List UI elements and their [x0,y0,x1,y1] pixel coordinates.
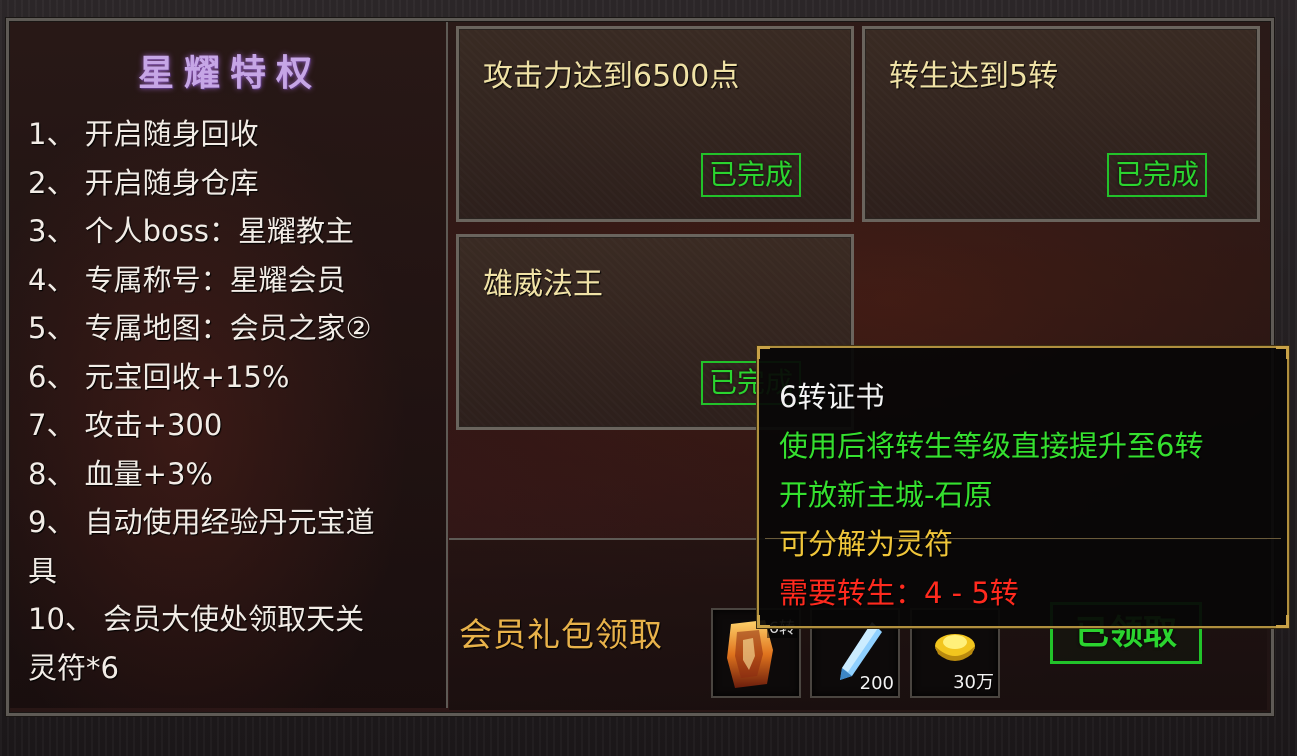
task-status-badge: 已完成 [701,153,801,197]
task-status-badge: 已完成 [1107,153,1207,197]
privilege-item: 2、 开启随身仓库 [28,165,259,200]
privilege-list: 1、 开启随身回收 2、 开启随身仓库 3、 个人boss：星耀教主 4、 专属… [28,110,428,692]
tooltip-unlock: 开放新主城-石原 [779,478,993,512]
privilege-title: 星耀特权 [137,52,322,94]
privilege-item: 6、 元宝回收+15% [28,359,290,394]
task-title: 雄威法王 [483,267,603,302]
item-tooltip: 6转证书 使用后将转生等级直接提升至6转 开放新主城-石原 可分解为灵符 需要转… [757,346,1289,628]
privilege-item: 灵符*6 [28,650,119,685]
privilege-item: 3、 个人boss：星耀教主 [28,214,355,248]
tooltip-requirement: 需要转生：4 - 5转 [779,576,1019,610]
privilege-item: 具 [28,553,58,588]
task-title: 攻击力达到6500点 [483,59,740,94]
privilege-item: 5、 专属地图：会员之家② [28,311,372,345]
privilege-item: 10、 会员大使处领取天关 [28,602,365,636]
privilege-item: 9、 自动使用经验丹元宝道 [28,505,375,539]
task-title: 转生达到5转 [889,59,1059,94]
task-card-rebirth: 转生达到5转 已完成 [862,26,1260,222]
privilege-item: 8、 血量+3% [28,456,213,491]
privilege-item: 7、 攻击+300 [28,408,223,442]
tooltip-title: 6转证书 [779,380,885,414]
task-card-attack: 攻击力达到6500点 已完成 [456,26,854,222]
item-quantity: 200 [859,673,894,694]
item-quantity: 30万 [953,672,994,693]
gift-label: 会员礼包领取 [459,615,663,654]
privilege-item: 1、 开启随身回收 [28,117,259,151]
tooltip-decompose: 可分解为灵符 [779,527,954,561]
privilege-item: 4、 专属称号：星耀会员 [28,262,346,297]
tooltip-effect: 使用后将转生等级直接提升至6转 [779,429,1204,463]
